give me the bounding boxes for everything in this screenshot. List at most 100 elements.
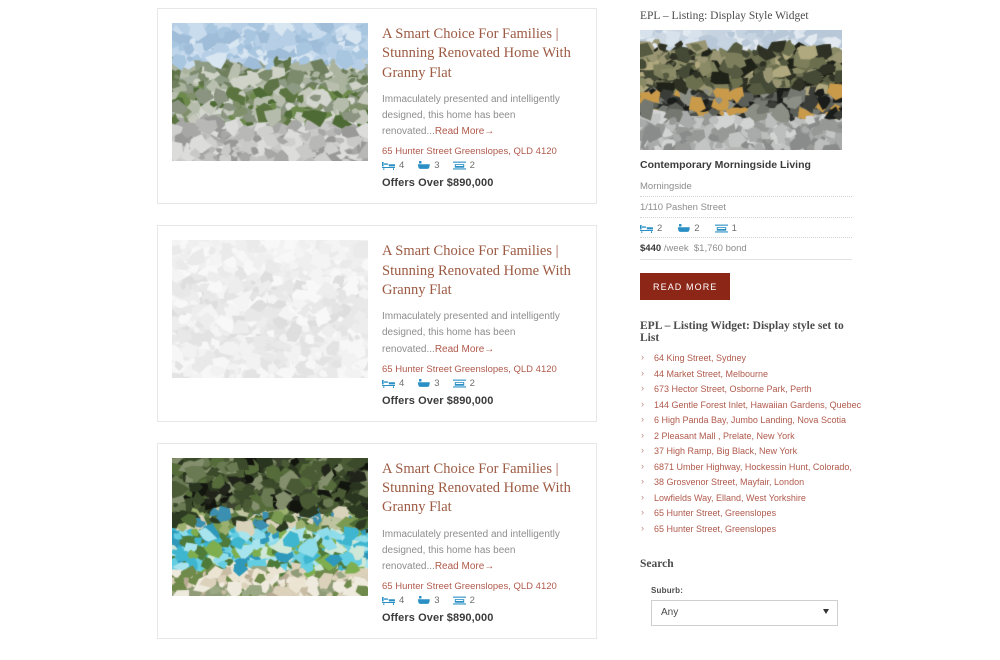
list-item-label: 6 High Panda Bay, Jumbo Landing, Nova Sc… — [654, 415, 846, 425]
bathrooms-count: 3 — [434, 377, 440, 389]
sidebar: EPL – Listing: Display Style Widget Cont… — [640, 10, 861, 626]
sidebar-property-street: 1/110 Pashen Street — [640, 202, 852, 218]
feature-bedrooms: 4 — [382, 378, 404, 389]
listing-features: 4 3 2 — [382, 160, 582, 171]
listing-address-link[interactable]: 65 Hunter Street Greenslopes, QLD 4120 — [382, 364, 582, 375]
listing-address-link[interactable]: 65 Hunter Street Greenslopes, QLD 4120 — [382, 146, 582, 157]
feature-bedrooms: 4 — [382, 595, 404, 606]
car-icon — [452, 162, 466, 170]
feature-bedrooms: 2 — [640, 223, 662, 234]
listing-details: A Smart Choice For Families | Stunning R… — [368, 240, 582, 407]
listing-title-link[interactable]: A Smart Choice For Families | Stunning R… — [382, 242, 582, 300]
list-item-label: 38 Grosvenor Street, Mayfair, London — [654, 477, 805, 487]
chevron-right-icon: › — [641, 383, 644, 393]
list-item-label: 65 Hunter Street, Greenslopes — [654, 508, 777, 518]
car-icon — [714, 224, 728, 233]
list-item[interactable]: › 65 Hunter Street, Greenslopes — [640, 507, 852, 518]
carspaces-count: 2 — [469, 377, 475, 389]
bed-icon — [640, 225, 653, 233]
list-item-label: 6871 Umber Highway, Hockessin Hunt, Colo… — [654, 461, 852, 472]
listing-address-link[interactable]: 65 Hunter Street Greenslopes, QLD 4120 — [382, 581, 582, 592]
list-item[interactable]: › 44 Market Street, Melbourne — [640, 367, 852, 379]
listing-thumbnail[interactable] — [172, 23, 368, 161]
page-root: A Smart Choice For Families | Stunning R… — [0, 0, 1000, 640]
listing-excerpt: Immaculately presented and intelligently… — [382, 527, 582, 576]
feature-bathrooms: 3 — [417, 377, 440, 389]
list-item[interactable]: › Lowfields Way, Elland, West Yorkshire — [640, 492, 852, 503]
feature-bathrooms: 2 — [677, 223, 700, 234]
sidebar-property-features: 2 2 1 — [640, 223, 852, 238]
bedrooms-count: 2 — [657, 223, 663, 234]
listing-card[interactable]: A Smart Choice For Families | Stunning R… — [157, 8, 597, 205]
list-item[interactable]: › 37 High Ramp, Big Black, New York — [640, 445, 852, 456]
chevron-right-icon: › — [641, 445, 644, 455]
price-period: /week — [663, 243, 689, 254]
feature-carspaces: 2 — [452, 160, 475, 171]
sidebar-property-price: $440 /week $1,760 bond — [640, 243, 852, 260]
list-item[interactable]: › 144 Gentle Forest Inlet, Hawaiian Garde… — [640, 398, 861, 410]
read-more-link[interactable]: Read More→ — [435, 561, 494, 572]
chevron-right-icon: › — [641, 507, 644, 517]
list-item-label: Lowfields Way, Elland, West Yorkshire — [654, 492, 806, 503]
feature-bathrooms: 3 — [417, 160, 440, 172]
list-item[interactable]: › 673 Hector Street, Osborne Park, Perth — [640, 383, 852, 394]
chevron-right-icon: › — [641, 367, 644, 378]
listing-details: A Smart Choice For Families | Stunning R… — [368, 458, 582, 624]
read-more-button[interactable]: READ MORE — [640, 273, 731, 300]
suburb-label: Suburb: — [651, 585, 684, 595]
sidebar-property-image[interactable] — [640, 30, 842, 150]
feature-carspaces: 2 — [452, 377, 475, 389]
list-item[interactable]: › 6 High Panda Bay, Jumbo Landing, Nova S… — [640, 414, 852, 425]
listing-excerpt: Immaculately presented and intelligently… — [382, 92, 582, 141]
bedrooms-count: 4 — [399, 377, 405, 389]
price-amount: $440 — [640, 243, 662, 254]
list-item-label: 64 King Street, Sydney — [654, 353, 747, 363]
listing-card[interactable]: A Smart Choice For Families | Stunning R… — [157, 225, 597, 422]
bath-icon — [678, 224, 691, 232]
bedrooms-count: 4 — [399, 160, 405, 172]
list-item-label: 37 High Ramp, Big Black, New York — [654, 446, 798, 456]
price-bond: $1,760 bond — [693, 243, 747, 254]
listing-title-link[interactable]: A Smart Choice For Families | Stunning R… — [382, 25, 582, 83]
list-item[interactable]: › 64 King Street, Sydney — [640, 352, 852, 363]
listing-excerpt: Immaculately presented and intelligently… — [382, 309, 582, 358]
listing-thumbnail[interactable] — [172, 457, 368, 596]
listing-price: Offers Over $890,000 — [382, 612, 494, 625]
carspaces-count: 2 — [469, 595, 475, 607]
bed-icon — [382, 162, 395, 171]
list-item-label: 144 Gentle Forest Inlet, Hawaiian Garden… — [654, 399, 862, 410]
car-icon — [452, 596, 466, 605]
bathrooms-count: 2 — [694, 223, 700, 234]
chevron-right-icon: › — [641, 414, 644, 424]
feature-carspaces: 1 — [714, 223, 737, 234]
list-item[interactable]: › 2 Pleasant Mall , Prelate, New York — [640, 429, 852, 441]
list-item[interactable]: › 38 Grosvenor Street, Mayfair, London — [640, 476, 852, 487]
bath-icon — [418, 596, 431, 605]
listing-title-link[interactable]: A Smart Choice For Families | Stunning R… — [382, 460, 582, 518]
listing-card[interactable]: A Smart Choice For Families | Stunning R… — [157, 442, 597, 640]
carspaces-count: 1 — [731, 223, 737, 234]
read-more-link[interactable]: Read More→ — [435, 344, 494, 355]
read-more-link[interactable]: Read More→ — [435, 126, 494, 137]
list-item-label: 65 Hunter Street, Greenslopes — [654, 523, 777, 534]
suburb-select[interactable]: Any — [651, 599, 838, 626]
listing-price: Offers Over $890,000 — [382, 177, 494, 190]
chevron-right-icon: › — [641, 398, 644, 409]
search-heading: Search — [640, 557, 674, 570]
feature-bathrooms: 3 — [417, 595, 440, 606]
chevron-right-icon: › — [641, 429, 644, 440]
bathrooms-count: 3 — [434, 160, 440, 172]
address-list: › 64 King Street, Sydney › 44 Market Stree… — [640, 352, 861, 534]
list-item[interactable]: › 6871 Umber Highway, Hockessin Hunt, Col… — [640, 460, 852, 472]
listing-thumbnail[interactable] — [172, 240, 368, 379]
suburb-select-wrapper[interactable]: Any — [651, 599, 838, 626]
listing-cards-column: A Smart Choice For Families | Stunning R… — [157, 8, 597, 660]
chevron-right-icon: › — [641, 352, 644, 362]
bed-icon — [382, 597, 395, 606]
sidebar-property-title-link[interactable]: Contemporary Morningside Living — [640, 159, 852, 171]
list-item[interactable]: › 65 Hunter Street, Greenslopes — [640, 523, 852, 534]
chevron-right-icon: › — [641, 460, 644, 471]
listing-price: Offers Over $890,000 — [382, 394, 494, 407]
bedrooms-count: 4 — [399, 595, 405, 607]
list-item-label: 673 Hector Street, Osborne Park, Perth — [654, 384, 812, 394]
